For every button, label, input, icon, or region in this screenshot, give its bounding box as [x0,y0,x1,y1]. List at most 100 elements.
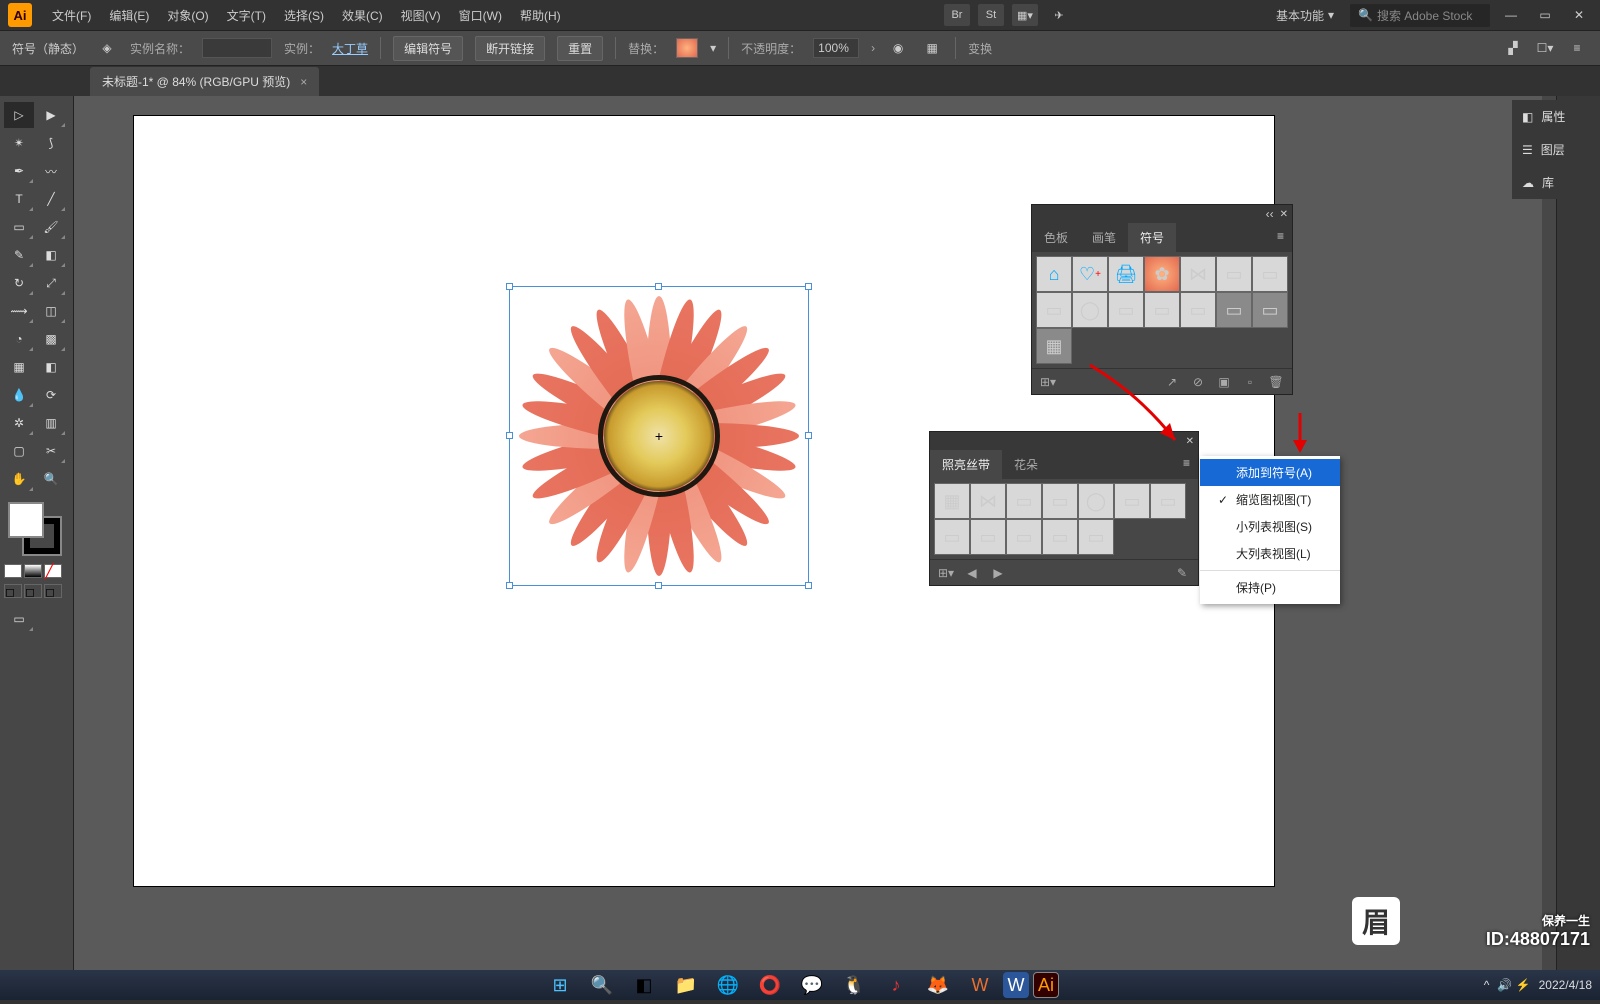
panel-layers[interactable]: ☰图层 [1512,133,1600,166]
symbol-flower[interactable]: ✿ [1144,256,1180,292]
gradient-tool[interactable]: ◧ [36,354,66,380]
symbol-slot[interactable]: ▦ [1036,328,1072,364]
handle-sw[interactable] [506,582,513,589]
break-link-icon[interactable]: ⊘ [1190,374,1206,390]
direct-selection-tool[interactable]: ▶ [36,102,66,128]
handle-n[interactable] [655,283,662,290]
lib-symbol[interactable]: ▭ [1042,519,1078,555]
paintbrush-tool[interactable]: 🖌 [36,214,66,240]
symbols-tab[interactable]: 符号 [1128,223,1176,252]
replace-thumbnail[interactable] [676,38,698,58]
screen-mode[interactable]: ▭ [4,606,34,632]
symbol-type-icon[interactable]: ◈ [96,38,118,58]
symbol-ribbon4[interactable]: ▭ [1036,292,1072,328]
fill-swatch[interactable] [8,502,44,538]
delete-symbol-icon[interactable]: 🗑 [1268,374,1284,390]
taskbar-date[interactable]: 2022/4/18 [1539,978,1592,992]
slice-tool[interactable]: ✂ [36,438,66,464]
vertical-scrollbar[interactable] [1542,96,1556,970]
prev-library-icon[interactable]: ◀ [964,565,980,581]
handle-se[interactable] [805,582,812,589]
options-icon[interactable]: ≡ [1566,38,1588,58]
menu-small-list-view[interactable]: 小列表视图(S) [1200,513,1340,540]
taskview-button[interactable]: ◧ [625,966,663,1004]
scale-tool[interactable]: ⤢ [36,270,66,296]
lasso-tool[interactable]: ⟆ [36,130,66,156]
graph-tool[interactable]: ▥ [36,410,66,436]
symbol-ribbon2[interactable]: ▭ [1216,256,1252,292]
curvature-tool[interactable]: 〰 [36,158,66,184]
lib-symbol[interactable]: ▭ [970,519,1006,555]
library-menu-icon[interactable]: ⊞▾ [938,565,954,581]
reset-button[interactable]: 重置 [557,36,603,61]
search-button[interactable]: 🔍 [583,966,621,1004]
perspective-tool[interactable]: ▩ [36,326,66,352]
workspace-selector[interactable]: 基本功能▾ [1268,4,1342,27]
flower-library-tab[interactable]: 花朵 [1002,450,1050,479]
maximize-button[interactable]: ▭ [1532,5,1558,25]
browser-icon[interactable]: 🦊 [919,966,957,1004]
close-button[interactable]: ✕ [1566,5,1592,25]
pen-tool[interactable]: ✒ [4,158,34,184]
tray-chevron[interactable]: ^ [1484,978,1490,992]
eyedropper-tool[interactable]: 💧 [4,382,34,408]
draw-inside[interactable]: ◻ [44,584,62,598]
handle-s[interactable] [655,582,662,589]
shaper-tool[interactable]: ✎ [4,242,34,268]
menu-select[interactable]: 选择(S) [276,3,332,28]
mesh-tool[interactable]: ▦ [4,354,34,380]
symbol-ribbon3[interactable]: ▭ [1252,256,1288,292]
symbol-options-icon[interactable]: ▣ [1216,374,1232,390]
menu-type[interactable]: 文字(T) [219,3,274,28]
lib-symbol[interactable]: ▭ [1150,483,1186,519]
shape-builder-tool[interactable]: ◔ [4,326,34,352]
edit-symbol-button[interactable]: 编辑符号 [393,36,463,61]
free-transform-tool[interactable]: ◫ [36,298,66,324]
word-icon[interactable]: W [1003,972,1029,998]
lib-symbol[interactable]: ⋈ [970,483,1006,519]
symbol-slot[interactable]: ▭ [1216,292,1252,328]
gradient-mode[interactable] [24,564,42,578]
brushes-tab[interactable]: 画笔 [1080,223,1128,252]
edge-icon[interactable]: 🌐 [709,966,747,1004]
start-button[interactable]: ⊞ [541,966,579,1004]
arrange-icon[interactable]: ▦▾ [1012,4,1038,26]
symbol-print[interactable]: 🖨 [1108,256,1144,292]
search-stock[interactable]: 🔍搜索 Adobe Stock [1350,4,1490,27]
selection-tool[interactable]: ▷ [4,102,34,128]
tray-icons[interactable]: 🔊 ⚡ [1497,978,1530,992]
qq-icon[interactable]: 🐧 [835,966,873,1004]
recolor-icon[interactable]: ▦ [921,38,943,58]
blend-tool[interactable]: ⟳ [36,382,66,408]
bridge-icon[interactable]: Br [944,4,970,26]
chrome-icon[interactable]: ⭕ [751,966,789,1004]
zoom-tool[interactable]: 🔍 [36,466,66,492]
stock-icon[interactable]: St [978,4,1004,26]
wechat-icon[interactable]: 💬 [793,966,831,1004]
swatches-tab[interactable]: 色板 [1032,223,1080,252]
symbol-slot[interactable]: ▭ [1252,292,1288,328]
draw-behind[interactable]: ◻ [24,584,42,598]
ribbon-library-tab[interactable]: 照亮丝带 [930,450,1002,479]
break-link-button[interactable]: 断开链接 [475,36,545,61]
explorer-icon[interactable]: 📁 [667,966,705,1004]
artboard-tool[interactable]: ▢ [4,438,34,464]
instance-name-input[interactable] [202,38,272,58]
panel-close-icon[interactable]: ✕ [1186,436,1194,447]
lib-symbol[interactable]: ▭ [1006,483,1042,519]
document-tab[interactable]: 未标题-1* @ 84% (RGB/GPU 预览) × [90,67,319,96]
style-icon[interactable]: ◉ [887,38,909,58]
minimize-button[interactable]: — [1498,5,1524,25]
anchor-icon[interactable]: ☐▾ [1534,38,1556,58]
symbol-ribbon6[interactable]: ▭ [1108,292,1144,328]
menu-large-list-view[interactable]: 大列表视图(L) [1200,540,1340,567]
menu-file[interactable]: 文件(F) [44,3,99,28]
panel-close-icon[interactable]: ✕ [1280,209,1288,220]
fill-stroke-swatches[interactable] [4,502,69,558]
symbol-ribbon1[interactable]: ⋈ [1180,256,1216,292]
type-tool[interactable]: T [4,186,34,212]
menu-add-to-symbols[interactable]: 添加到符号(A) [1200,459,1340,486]
collapse-icon[interactable]: ‹‹ [1266,207,1274,221]
draw-normal[interactable]: ◻ [4,584,22,598]
handle-w[interactable] [506,432,513,439]
